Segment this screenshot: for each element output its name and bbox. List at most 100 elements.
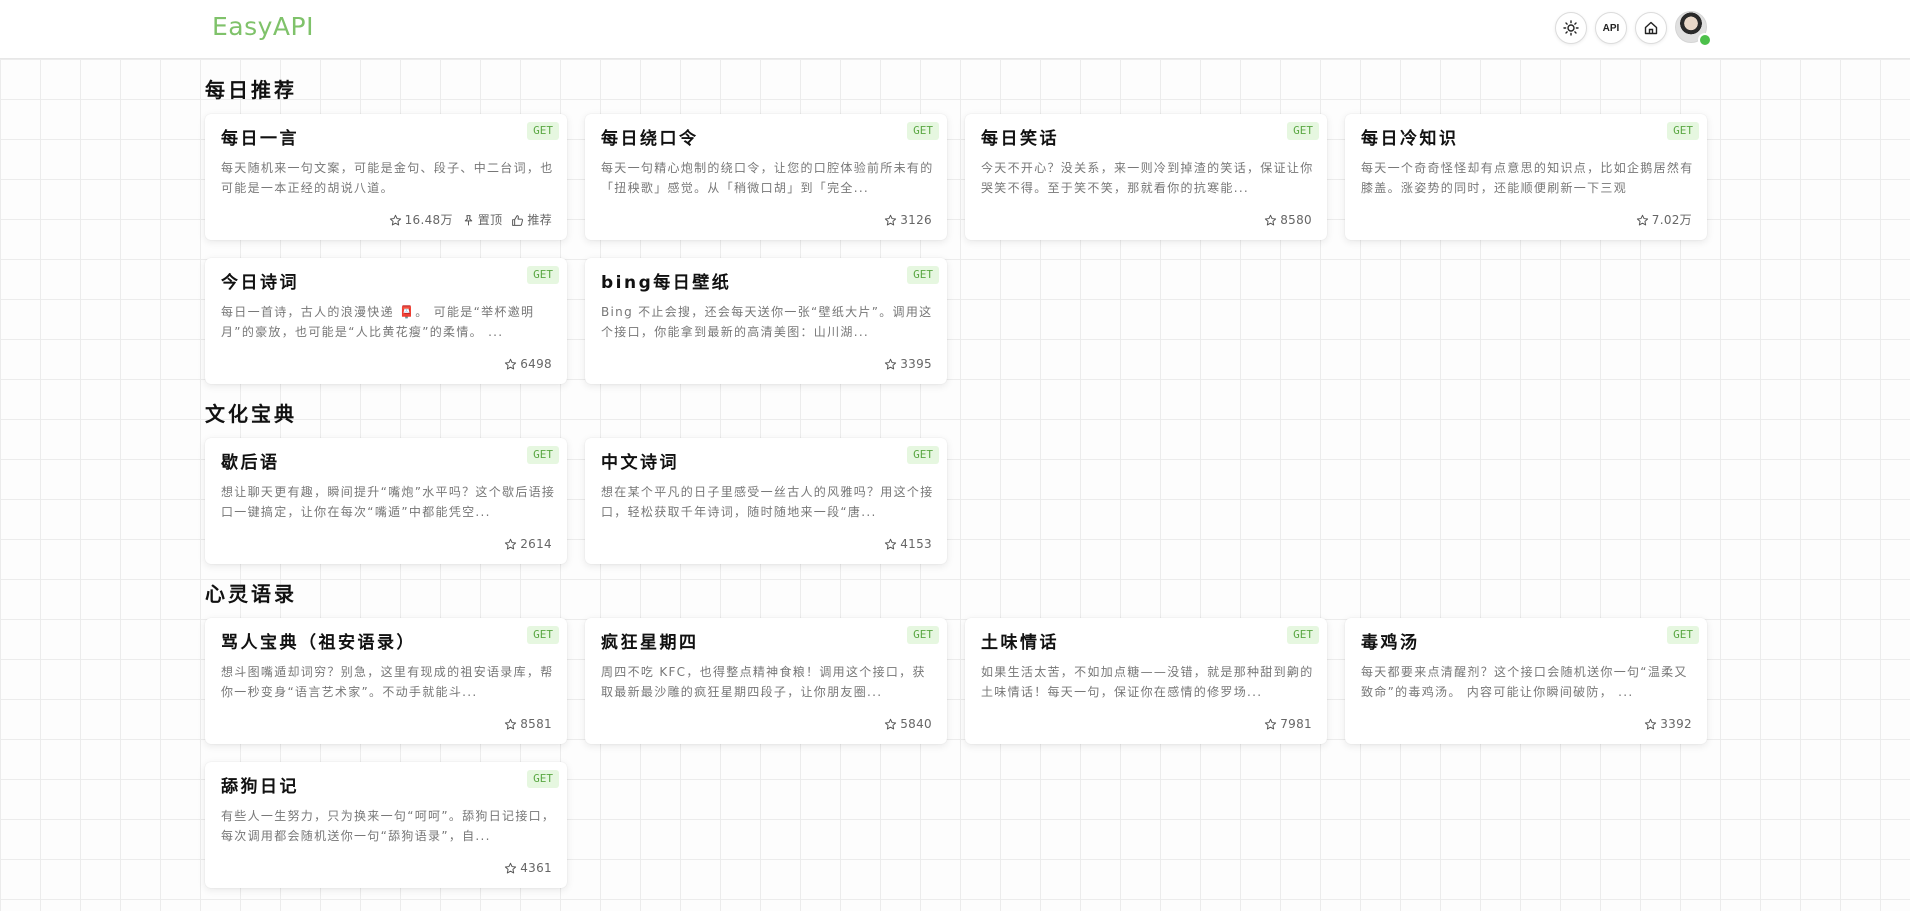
star-count: 16.48万 (404, 213, 453, 227)
sun-icon (1563, 20, 1579, 36)
star-icon[interactable] (1644, 718, 1657, 731)
pin-icon[interactable] (462, 214, 475, 227)
star-icon[interactable] (884, 214, 897, 227)
card-meta: 4361 (504, 860, 552, 876)
star-count: 2614 (520, 537, 552, 551)
star-count: 8581 (520, 717, 552, 731)
star-icon[interactable] (504, 718, 517, 731)
api-docs-button[interactable]: API (1595, 12, 1627, 44)
section-title-culture: 文化宝典 (205, 402, 297, 426)
section-title-soul-quotes: 心灵语录 (205, 582, 297, 606)
method-badge: GET (527, 122, 559, 140)
method-badge: GET (527, 266, 559, 284)
card-meta: 7981 (1264, 716, 1312, 732)
star-icon[interactable] (884, 358, 897, 371)
top-header: EasyAPI API (0, 0, 1910, 59)
home-icon (1644, 21, 1658, 35)
method-badge: GET (907, 446, 939, 464)
card-meta: 2614 (504, 536, 552, 552)
star-icon[interactable] (504, 862, 517, 875)
card-meta: 3126 (884, 212, 932, 228)
star-count: 3126 (900, 213, 932, 227)
api-card[interactable]: 舔狗日记 GET 有些人一生努力，只为换来一句“呵呵”。舔狗日记接口，每次调用都… (205, 762, 567, 888)
card-meta: 16.48万 置顶 推荐 (389, 212, 552, 228)
star-count: 7.02万 (1651, 213, 1692, 227)
star-count: 4153 (900, 537, 932, 551)
card-description: 每天一个奇奇怪怪却有点意思的知识点，比如企鹅居然有膝盖。涨姿势的同时，还能顺便刷… (1361, 161, 1694, 195)
star-icon[interactable] (504, 358, 517, 371)
star-count: 7981 (1280, 717, 1312, 731)
api-card[interactable]: 骂人宝典（祖安语录） GET 想斗图嘴遁却词穷？别急，这里有现成的祖安语录库，帮… (205, 618, 567, 744)
card-description: 每日一首诗，古人的浪漫快递 📮。 可能是“举杯邀明月”的豪放，也可能是“人比黄花… (221, 305, 535, 339)
card-title: 每日笑话 (981, 129, 1059, 149)
method-badge: GET (1667, 122, 1699, 140)
card-title: 每日一言 (221, 129, 299, 149)
card-description: Bing 不止会搜，还会每天送你一张“壁纸大片”。调用这个接口，你能拿到最新的高… (601, 305, 933, 339)
star-count: 3392 (1660, 717, 1692, 731)
recommend-label[interactable]: 推荐 (527, 212, 552, 228)
star-icon[interactable] (504, 538, 517, 551)
easyapi-logo[interactable]: EasyAPI (212, 12, 314, 42)
star-icon[interactable] (884, 538, 897, 551)
star-icon[interactable] (1264, 718, 1277, 731)
api-card[interactable]: 今日诗词 GET 每日一首诗，古人的浪漫快递 📮。 可能是“举杯邀明月”的豪放，… (205, 258, 567, 384)
card-title: 土味情话 (981, 633, 1059, 653)
star-icon[interactable] (884, 718, 897, 731)
api-card[interactable]: 每日一言 GET 每天随机来一句文案，可能是金句、段子、中二台词，也可能是一本正… (205, 114, 567, 240)
card-meta: 5840 (884, 716, 932, 732)
section-title-daily: 每日推荐 (205, 78, 297, 102)
star-count: 8580 (1280, 213, 1312, 227)
api-card[interactable]: 每日绕口令 GET 每天一句精心炮制的绕口令，让您的口腔体验前所未有的「扭秧歌」… (585, 114, 947, 240)
api-card[interactable]: 中文诗词 GET 想在某个平凡的日子里感受一丝古人的风雅吗？用这个接口，轻松获取… (585, 438, 947, 564)
api-card[interactable]: bing每日壁纸 GET Bing 不止会搜，还会每天送你一张“壁纸大片”。调用… (585, 258, 947, 384)
card-meta: 8581 (504, 716, 552, 732)
star-icon[interactable] (1636, 214, 1649, 227)
card-title: 舔狗日记 (221, 777, 299, 797)
star-icon[interactable] (1264, 214, 1277, 227)
online-status-dot (1698, 33, 1712, 47)
card-meta: 3392 (1644, 716, 1692, 732)
card-title: 中文诗词 (601, 453, 679, 473)
card-description: 每天一句精心炮制的绕口令，让您的口腔体验前所未有的「扭秧歌」感觉。从「稍微口胡」… (601, 161, 934, 195)
star-count: 4361 (520, 861, 552, 875)
card-title: 每日绕口令 (601, 129, 699, 149)
api-card[interactable]: 每日冷知识 GET 每天一个奇奇怪怪却有点意思的知识点，比如企鹅居然有膝盖。涨姿… (1345, 114, 1707, 240)
card-title: 歇后语 (221, 453, 280, 473)
api-card[interactable]: 土味情话 GET 如果生活太苦，不如加点糖——没错，就是那种甜到齁的土味情话！每… (965, 618, 1327, 744)
card-title: bing每日壁纸 (601, 273, 732, 293)
method-badge: GET (1667, 626, 1699, 644)
api-card[interactable]: 疯狂星期四 GET 周四不吃 KFC，也得整点精神食粮！调用这个接口，获取最新最… (585, 618, 947, 744)
card-title: 疯狂星期四 (601, 633, 699, 653)
star-count: 3395 (900, 357, 932, 371)
star-icon[interactable] (389, 214, 402, 227)
home-button[interactable] (1635, 12, 1667, 44)
card-description: 每天随机来一句文案，可能是金句、段子、中二台词，也可能是一本正经的胡说八道。 (221, 161, 554, 195)
pin-label[interactable]: 置顶 (478, 212, 503, 228)
card-description: 如果生活太苦，不如加点糖——没错，就是那种甜到齁的土味情话！每天一句，保证你在感… (981, 665, 1314, 699)
card-description: 周四不吃 KFC，也得整点精神食粮！调用这个接口，获取最新最沙雕的疯狂星期四段子… (601, 665, 926, 699)
star-count: 6498 (520, 357, 552, 371)
card-meta: 4153 (884, 536, 932, 552)
method-badge: GET (907, 266, 939, 284)
thumbs-up-icon[interactable] (511, 214, 524, 227)
theme-toggle-button[interactable] (1555, 12, 1587, 44)
method-badge: GET (527, 770, 559, 788)
card-description: 想斗图嘴遁却词穷？别急，这里有现成的祖安语录库，帮你一秒变身“语言艺术家”。不动… (221, 665, 554, 699)
card-description: 想让聊天更有趣，瞬间提升“嘴炮”水平吗？这个歇后语接口一键搞定，让你在每次“嘴遁… (221, 485, 556, 519)
method-badge: GET (1287, 626, 1319, 644)
card-title: 今日诗词 (221, 273, 299, 293)
card-title: 毒鸡汤 (1361, 633, 1420, 653)
api-card[interactable]: 每日笑话 GET 今天不开心？没关系，来一则冷到掉渣的笑话，保证让你哭笑不得。至… (965, 114, 1327, 240)
method-badge: GET (907, 122, 939, 140)
api-card[interactable]: 毒鸡汤 GET 每天都要来点清醒剂？这个接口会随机送你一句“温柔又致命”的毒鸡汤… (1345, 618, 1707, 744)
card-description: 每天都要来点清醒剂？这个接口会随机送你一句“温柔又致命”的毒鸡汤。 内容可能让你… (1361, 665, 1688, 699)
api-card[interactable]: 歇后语 GET 想让聊天更有趣，瞬间提升“嘴炮”水平吗？这个歇后语接口一键搞定，… (205, 438, 567, 564)
card-meta: 3395 (884, 356, 932, 372)
card-description: 想在某个平凡的日子里感受一丝古人的风雅吗？用这个接口，轻松获取千年诗词，随时随地… (601, 485, 934, 519)
card-meta: 6498 (504, 356, 552, 372)
method-badge: GET (527, 626, 559, 644)
card-meta: 8580 (1264, 212, 1312, 228)
star-count: 5840 (900, 717, 932, 731)
card-title: 骂人宝典（祖安语录） (221, 633, 416, 653)
method-badge: GET (1287, 122, 1319, 140)
